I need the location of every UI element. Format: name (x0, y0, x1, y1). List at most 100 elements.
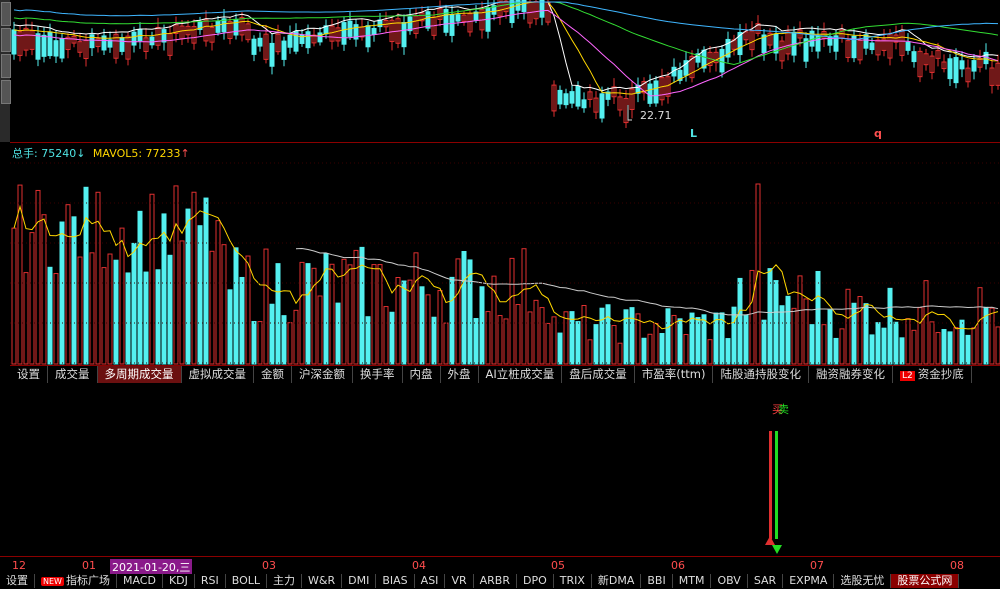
indicator-tab[interactable]: 换手率 (353, 366, 403, 383)
volume-bar (413, 252, 419, 365)
indicator-tab[interactable]: 内盘 (403, 366, 441, 383)
bottom-tab-label: RSI (200, 574, 219, 587)
indicator-tab[interactable]: 金额 (254, 366, 292, 383)
indicator-tab[interactable]: 设置 (10, 366, 48, 383)
volume-chart[interactable] (10, 143, 1000, 366)
bottom-tab-label: MTM (678, 574, 705, 587)
volume-bar (149, 193, 155, 365)
indicator-tab[interactable]: L2 资金抄底 (893, 366, 972, 383)
volume-bar (731, 306, 737, 365)
volume-bar (947, 331, 953, 365)
bottom-tab[interactable]: BOLL (226, 574, 268, 588)
volume-bar (131, 242, 137, 365)
kline-chart[interactable]: 22.71 L q (10, 0, 1000, 143)
indicator-tab[interactable]: 盘后成交量 (562, 366, 635, 383)
bottom-tab[interactable]: ASI (415, 574, 446, 588)
volume-bar (665, 308, 671, 365)
volume-bar (725, 338, 731, 365)
volume-bar (107, 253, 113, 365)
indicator-tab[interactable]: 虚拟成交量 (182, 366, 254, 383)
bottom-tab[interactable]: MTM (673, 574, 712, 588)
bottom-tab-label: 选股无忧 (840, 574, 885, 587)
bottom-tab-label: KDJ (168, 574, 188, 587)
bottom-tab-label: 股票公式网 (897, 574, 953, 587)
volume-bar (845, 288, 851, 365)
indicator-tab-bar: 设置 成交量 多周期成交量 虚拟成交量 金额 沪深金额 换手率 内盘 外盘 AI立桩成交量 盘后成交… (10, 366, 972, 383)
bottom-tab[interactable]: MACD (117, 574, 163, 588)
bottom-tab[interactable]: DPO (517, 574, 554, 588)
bottom-tab[interactable]: 股票公式网 (891, 574, 960, 588)
bottom-tab[interactable]: BIAS (376, 574, 415, 588)
bottom-tab[interactable]: NEW 指标广场 (35, 574, 117, 588)
bottom-tab-label: DPO (522, 574, 547, 587)
volume-bar (329, 263, 335, 365)
volume-bar (809, 324, 815, 365)
signal-text-sell: 卖 (778, 403, 789, 416)
volume-bar (227, 289, 233, 365)
indicator-tab[interactable]: 融资融券变化 (809, 366, 893, 383)
bottom-tab[interactable]: 选股无忧 (834, 574, 892, 588)
bottom-tab[interactable]: RSI (195, 574, 226, 588)
bottom-tab-label: DMI (348, 574, 370, 587)
bottom-tab[interactable]: ARBR (474, 574, 517, 588)
volume-bar (335, 302, 341, 365)
indicator-tab[interactable]: 多周期成交量 (97, 366, 182, 383)
volume-bar (761, 319, 767, 365)
bottom-tab[interactable]: W&R (302, 574, 343, 588)
volume-bar (155, 269, 161, 365)
volume-bar (485, 311, 491, 365)
volume-bar (173, 185, 179, 365)
bottom-tab-label: W&R (308, 574, 336, 587)
volume-bar (395, 276, 401, 365)
signal-chart[interactable]: 买 卖 (10, 383, 1000, 555)
volume-bar (515, 304, 521, 365)
bottom-tab[interactable]: 新DMA (592, 574, 642, 588)
bottom-tab[interactable]: 设置 (0, 574, 35, 588)
volume-bar (425, 294, 431, 365)
bottom-tab[interactable]: DMI (342, 574, 377, 588)
indicator-tab-label: 市盈率(ttm) (641, 367, 706, 381)
indicator-tab-label: 金额 (261, 367, 284, 381)
volume-bar (233, 247, 239, 365)
bottom-tab[interactable]: EXPMA (783, 574, 835, 588)
bottom-tab[interactable]: TRIX (554, 574, 592, 588)
bottom-tab-label: ARBR (479, 574, 510, 587)
volume-bar (989, 307, 995, 365)
bottom-tab[interactable]: BBI (641, 574, 673, 588)
signal-bar-red (769, 431, 772, 539)
time-axis-label: 01 (82, 559, 96, 572)
volume-bar (287, 322, 293, 365)
signal-arrow-down-icon (772, 545, 782, 554)
indicator-tab[interactable]: 沪深金额 (292, 366, 353, 383)
indicator-tab-label: AI立桩成交量 (485, 367, 555, 381)
bottom-tab[interactable]: KDJ (163, 574, 195, 588)
indicator-tab-label: 盘后成交量 (569, 367, 627, 381)
bottom-tab-label: ASI (420, 574, 439, 587)
bottom-tab[interactable]: VR (445, 574, 474, 588)
low-price-label: 22.71 (640, 109, 672, 122)
signal-bar-green (775, 431, 778, 539)
volume-bar (677, 318, 683, 365)
volume-bar (503, 318, 509, 365)
bottom-tab-label: BBI (647, 574, 666, 587)
volume-bar (743, 314, 749, 365)
bottom-tab[interactable]: SAR (748, 574, 784, 588)
indicator-tab[interactable]: 陆股通持股变化 (713, 366, 809, 383)
indicator-tab[interactable]: 成交量 (48, 366, 98, 383)
volume-bar (275, 263, 281, 365)
volume-bar (647, 333, 653, 365)
volume-bar (323, 253, 329, 365)
volume-bar (521, 248, 527, 365)
volume-bar (221, 244, 227, 365)
indicator-tab[interactable]: AI立桩成交量 (479, 366, 563, 383)
bottom-tab[interactable]: OBV (711, 574, 748, 588)
indicator-tab[interactable]: 外盘 (441, 366, 479, 383)
volume-bar (527, 311, 533, 365)
volume-bar (371, 264, 377, 365)
volume-bar (707, 339, 713, 365)
indicator-tab[interactable]: 市盈率(ttm) (635, 366, 714, 383)
volume-bar (509, 257, 515, 365)
bottom-tab[interactable]: 主力 (267, 574, 303, 588)
bottom-indicator-bar: 设置 NEW 指标广场 MACD KDJ RSI BOLL 主力 W&R DMI BIAS ASI VR… (0, 574, 960, 588)
bottom-tab-label: 主力 (273, 574, 296, 587)
